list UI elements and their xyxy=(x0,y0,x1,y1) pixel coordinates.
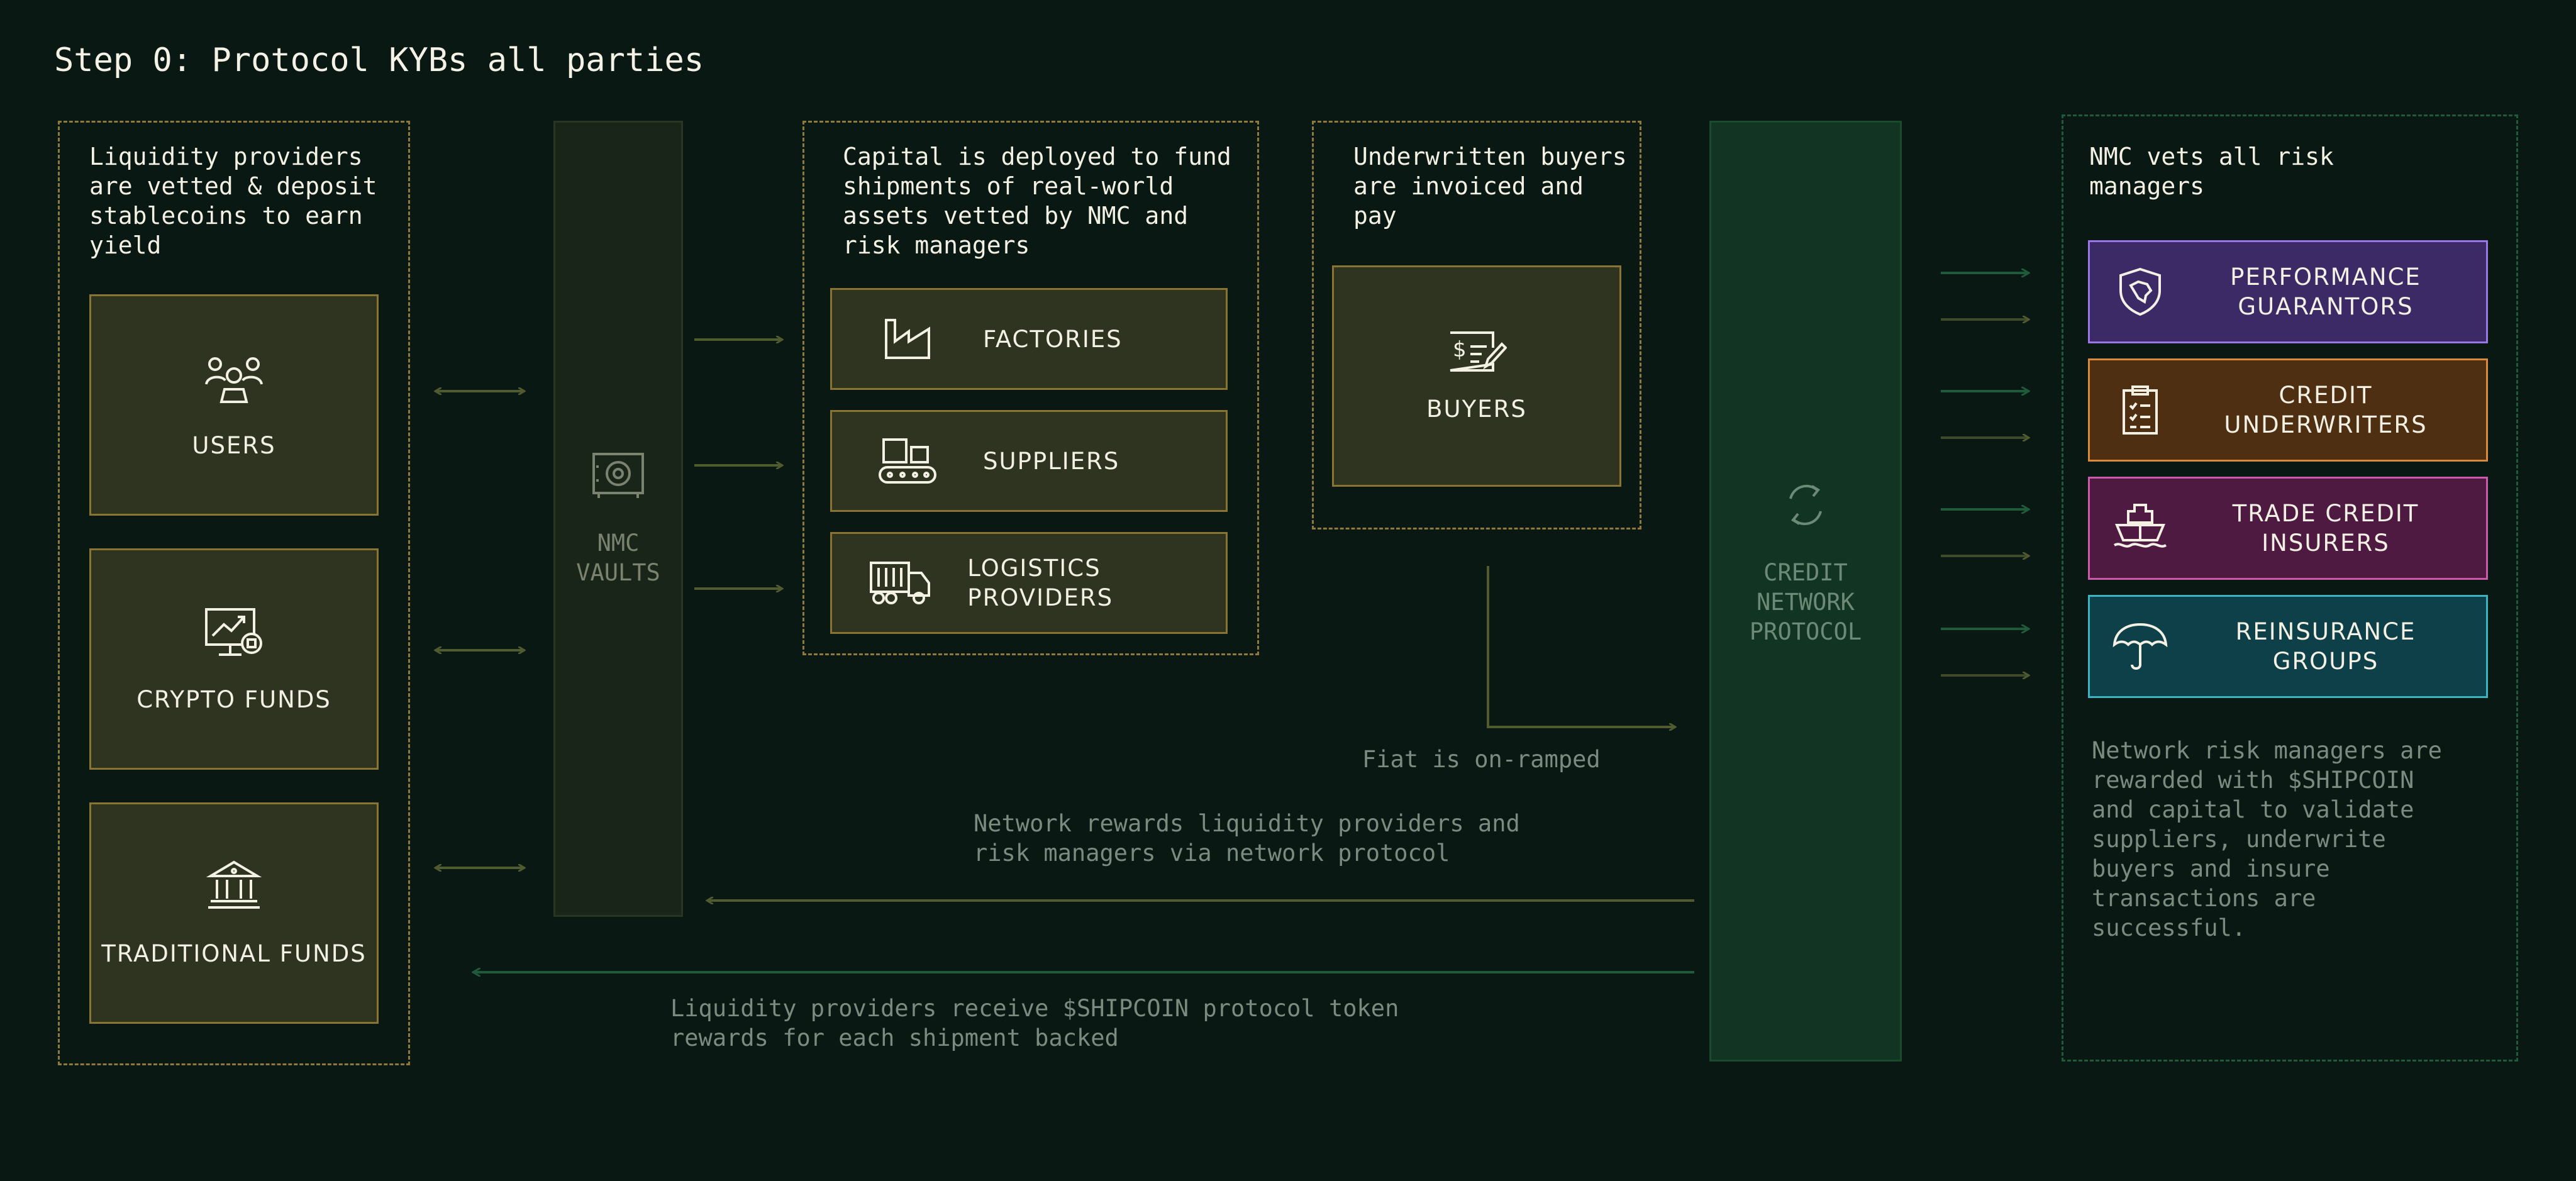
connector-arrows xyxy=(0,0,2576,1181)
fiat-onramp-arrow xyxy=(1487,566,1675,727)
